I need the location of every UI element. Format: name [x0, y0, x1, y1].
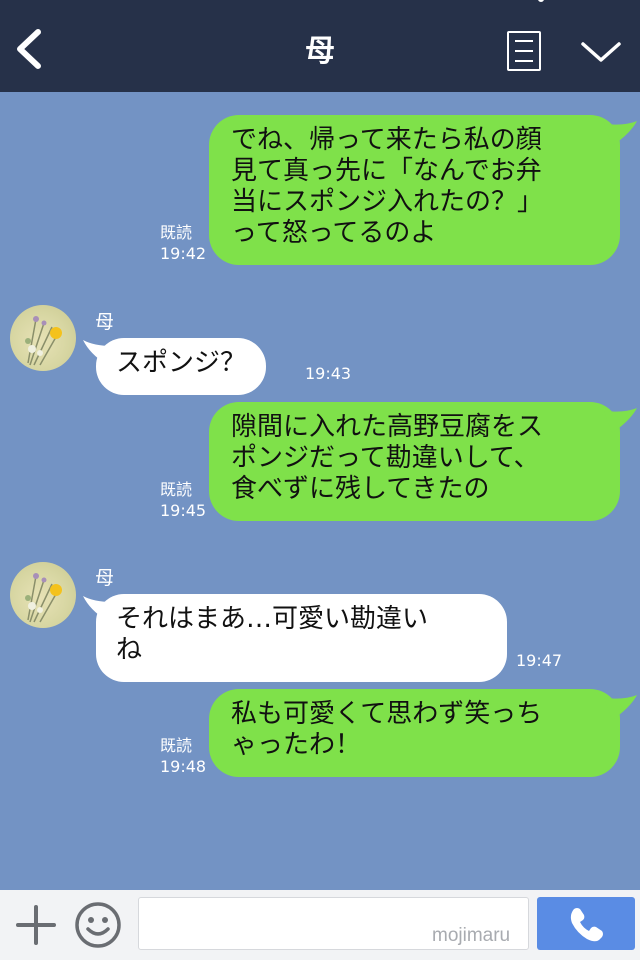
plus-icon: [16, 905, 56, 945]
sender-name: 母: [95, 311, 115, 333]
bubble-tail: [604, 408, 637, 433]
message-time: 19:45: [160, 501, 207, 520]
outgoing-message[interactable]: 隙間に入れた高野豆腐をス ポンジだって勘違いして、 食べずに残してきたの: [209, 402, 620, 521]
call-button[interactable]: [537, 897, 635, 950]
watermark: mojimaru: [432, 925, 511, 946]
flower-bouquet-icon: [25, 316, 62, 366]
message-meta: 既読 19:45: [160, 479, 206, 521]
message-time: 19:48: [160, 757, 207, 776]
read-receipt: 既読: [160, 480, 193, 499]
add-attachment-button[interactable]: [14, 903, 58, 947]
incoming-message[interactable]: それはまあ…可愛い勘違い ね: [96, 594, 507, 682]
status-bar-fragment: [538, 0, 544, 2]
chat-header: 母: [0, 0, 640, 92]
emoji-button[interactable]: [74, 901, 122, 949]
incoming-message[interactable]: スポンジ？: [96, 338, 267, 395]
smiley-icon: [75, 902, 121, 948]
chat-title: 母: [305, 34, 335, 69]
flower-bouquet-icon: [25, 573, 62, 623]
outgoing-message[interactable]: でね、帰って来たら私の顔 見て真っ先に「なんでお弁 当にスポンジ入れたの？」 っ…: [209, 115, 620, 265]
message-time: 19:47: [516, 651, 563, 670]
sender-name: 母: [95, 567, 115, 589]
read-receipt: 既読: [160, 736, 193, 755]
message-meta: 既読 19:42: [160, 222, 206, 264]
bubble-tail: [604, 695, 637, 720]
chevron-down-icon: [581, 42, 621, 62]
message-time: 19:43: [305, 364, 352, 383]
message-meta: 既読 19:48: [160, 735, 206, 777]
phone-icon: [570, 908, 603, 942]
avatar[interactable]: [10, 305, 76, 371]
outgoing-message[interactable]: 私も可愛くて思わず笑っち ゃったわ！: [209, 689, 620, 777]
read-receipt: 既読: [160, 223, 193, 242]
message-time: 19:42: [160, 244, 207, 263]
more-button[interactable]: [578, 36, 624, 66]
note-button[interactable]: [507, 31, 541, 71]
avatar[interactable]: [10, 562, 76, 628]
bubble-tail: [604, 121, 637, 146]
